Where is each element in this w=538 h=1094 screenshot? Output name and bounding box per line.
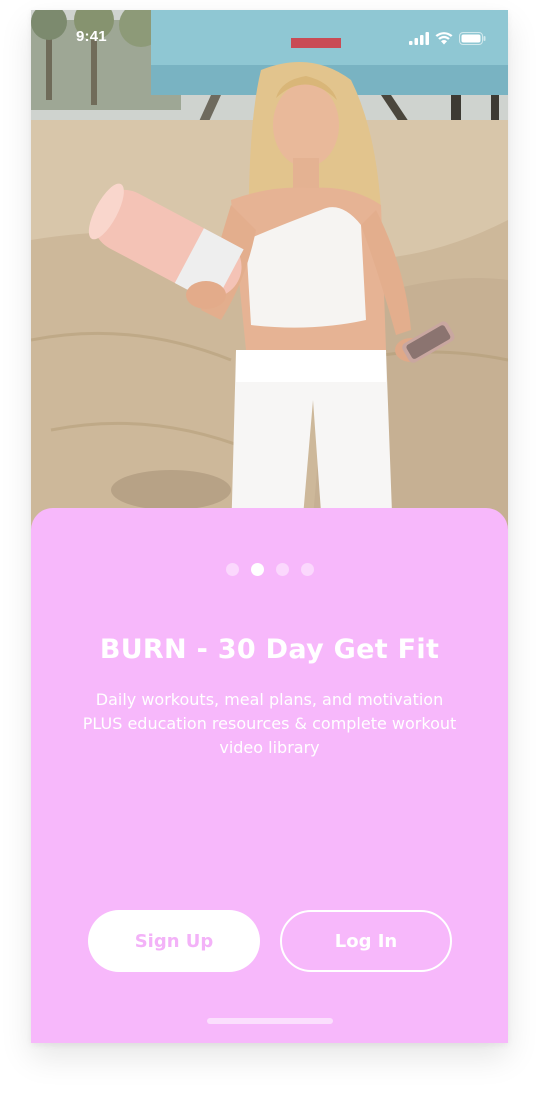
status-time: 9:41 [76,28,107,45]
status-icons [409,30,486,49]
signal-icon [409,30,429,49]
home-indicator[interactable] [207,1018,333,1024]
sign-up-button[interactable]: Sign Up [88,910,260,972]
page-dot-4[interactable] [300,563,314,576]
page-dot-1[interactable] [225,563,239,576]
page-dot-2-active[interactable] [250,563,264,576]
wifi-icon [435,30,453,49]
battery-icon [459,30,486,49]
page-dot-3[interactable] [275,563,289,576]
onboarding-card: BURN - 30 Day Get Fit Daily workouts, me… [31,508,508,1043]
hero-photo [31,10,508,540]
phone-screen: 9:41 BURN - 30 Day Get Fit Daily workout… [31,10,508,1043]
page-indicator [31,563,508,576]
onboarding-title: BURN - 30 Day Get Fit [99,634,440,665]
log-in-button[interactable]: Log In [280,910,452,972]
onboarding-description: Daily workouts, meal plans, and motivati… [82,690,457,757]
status-bar: 9:41 [31,10,508,54]
